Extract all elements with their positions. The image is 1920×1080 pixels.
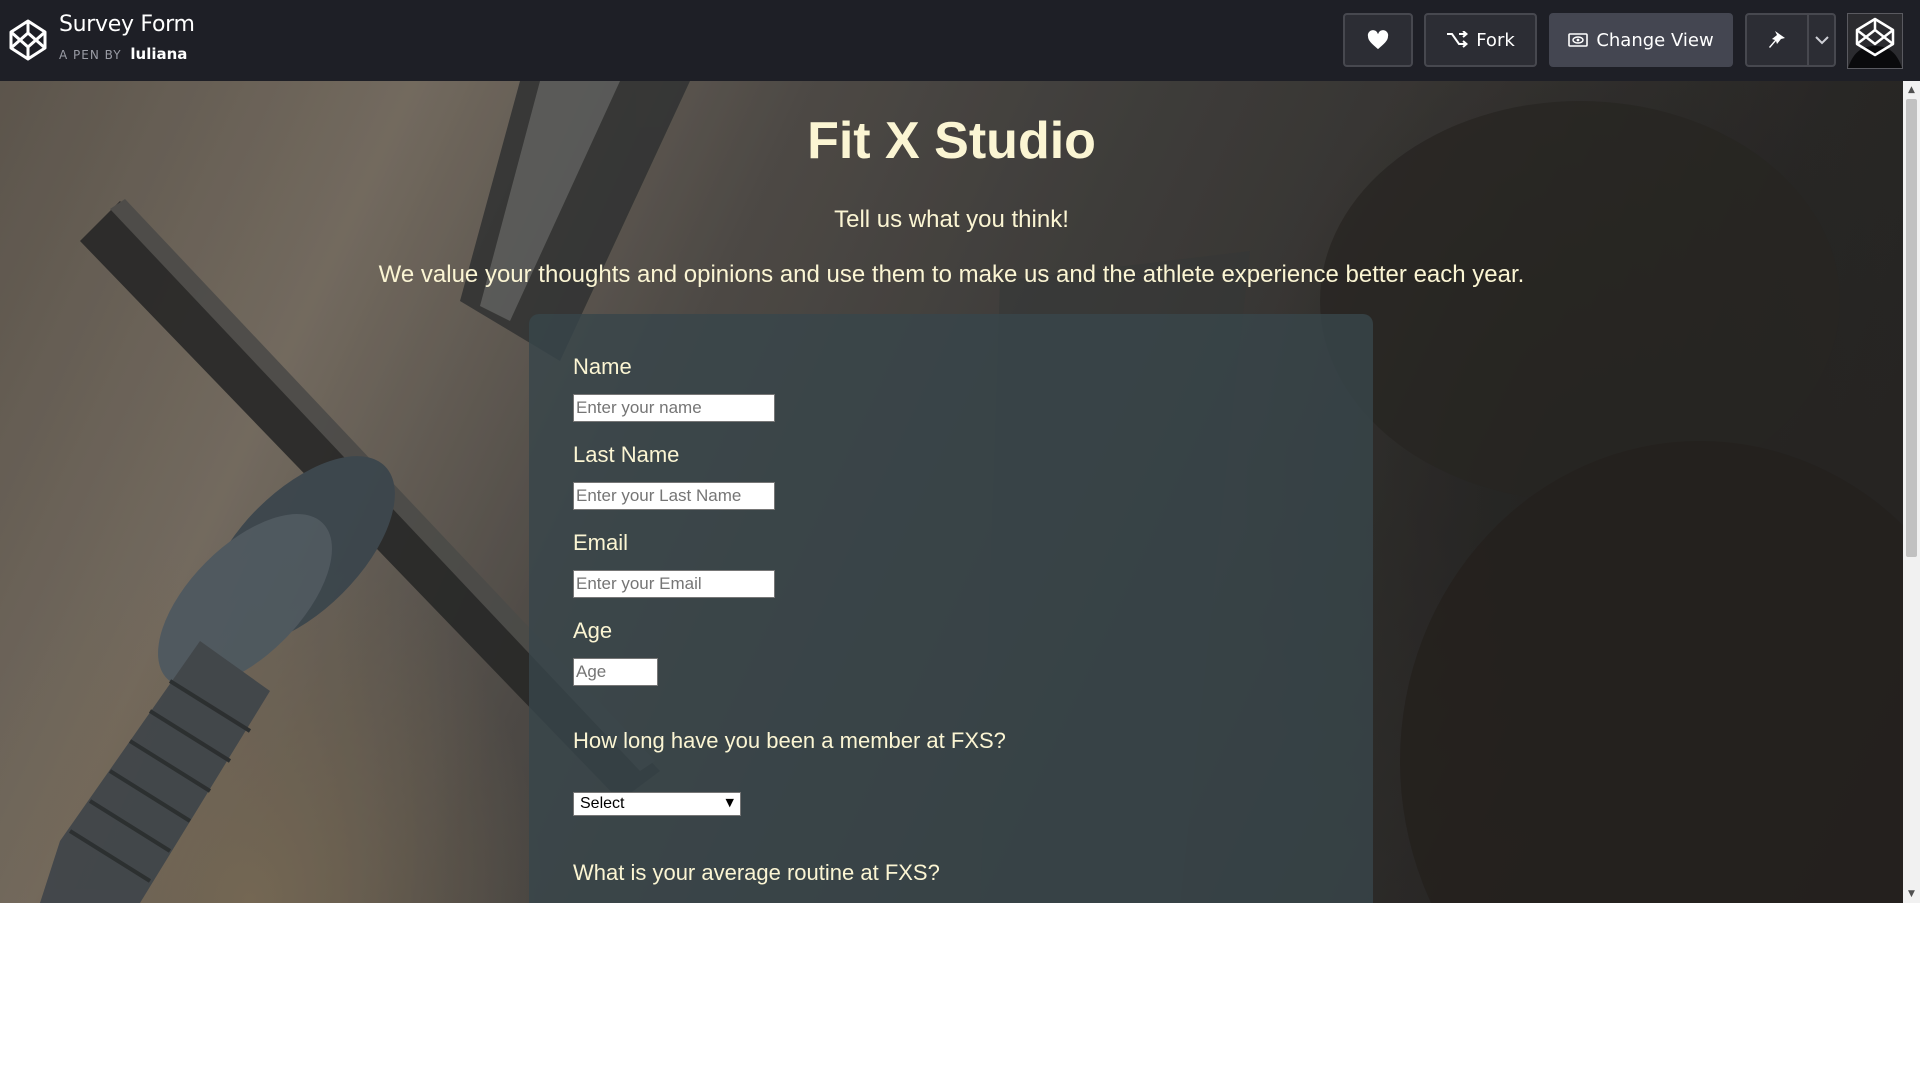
age-label: Age	[573, 618, 613, 643]
fork-icon	[1447, 31, 1469, 48]
heart-button[interactable]	[1343, 13, 1413, 67]
name-label: Name	[573, 354, 632, 379]
change-view-button[interactable]: Change View	[1549, 13, 1733, 67]
page-title: Fit X Studio	[807, 112, 1096, 170]
pin-icon	[1769, 31, 1785, 48]
last-name-label: Last Name	[573, 442, 680, 467]
survey-form: Name Last Name Email Age How long have y…	[529, 314, 1373, 903]
codepen-header: Survey Form A PEN BY luliana Fork Change…	[0, 0, 1920, 81]
email-label: Email	[573, 530, 629, 555]
pen-byline: A PEN BY luliana	[59, 45, 187, 63]
pen-by-label: A PEN BY	[59, 48, 122, 62]
membership-select-value: Select	[580, 795, 625, 812]
select-arrow-icon: ▼	[725, 796, 734, 809]
pen-title: Survey Form	[59, 12, 195, 37]
age-input[interactable]	[573, 658, 658, 686]
avatar-image	[1848, 14, 1902, 68]
pen-preview: Fit X Studio Tell us what you think! We …	[0, 81, 1920, 903]
pen-author-link[interactable]: luliana	[130, 45, 187, 63]
fork-label: Fork	[1476, 29, 1515, 51]
preview-scrollbar[interactable]: ▲ ▼	[1903, 81, 1920, 903]
scroll-down-icon[interactable]: ▼	[1903, 887, 1920, 901]
change-view-label: Change View	[1596, 29, 1714, 51]
last-name-input[interactable]	[573, 482, 775, 510]
eye-icon	[1568, 33, 1589, 47]
name-input[interactable]	[573, 394, 775, 422]
page-description: We value your thoughts and opinions and …	[378, 261, 1525, 288]
codepen-logo-icon[interactable]	[8, 18, 48, 62]
fork-button[interactable]: Fork	[1424, 13, 1537, 67]
page-tagline: Tell us what you think!	[834, 206, 1069, 233]
user-avatar[interactable]	[1847, 13, 1903, 69]
pin-button-group	[1745, 13, 1836, 67]
membership-select[interactable]: Select ▼	[573, 792, 741, 816]
email-input[interactable]	[573, 570, 775, 598]
heart-icon	[1367, 30, 1389, 50]
pin-button[interactable]	[1747, 15, 1809, 65]
chevron-down-icon	[1814, 35, 1829, 44]
routine-question: What is your average routine at FXS?	[573, 860, 940, 885]
pin-menu-button[interactable]	[1809, 15, 1834, 65]
scroll-up-icon[interactable]: ▲	[1903, 83, 1920, 97]
membership-question: How long have you been a member at FXS?	[573, 728, 1006, 753]
scrollbar-thumb[interactable]	[1906, 99, 1917, 557]
